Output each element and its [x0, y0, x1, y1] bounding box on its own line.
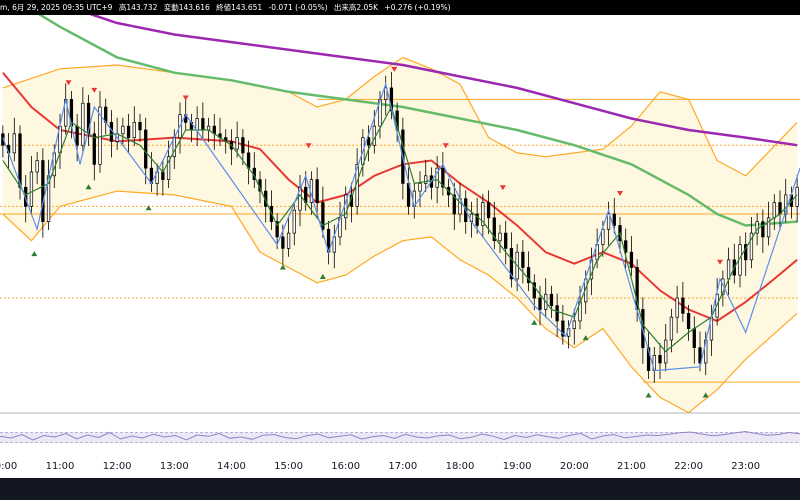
- time-tick-label: 19:00: [502, 461, 532, 472]
- candle-body: [132, 121, 136, 138]
- candle-body: [629, 251, 634, 268]
- volume-change: +0.276 (+0.19%): [384, 3, 451, 12]
- time-axis[interactable]: 10:00 11:00 12:00 13:00 14:00 15:00 16:00 17:00…: [0, 458, 800, 478]
- time-tick-label: 15:00: [274, 461, 303, 472]
- candle-body: [29, 171, 34, 207]
- candle-body: [521, 251, 525, 268]
- chart-pane[interactable]: [0, 15, 800, 458]
- time-tick-label: 17:00: [388, 461, 418, 472]
- candle-body: [206, 125, 211, 131]
- candle-body: [486, 202, 491, 219]
- candle-body: [286, 232, 291, 249]
- candle-body: [612, 213, 616, 226]
- swing-low-marker: [531, 319, 538, 325]
- candle-body: [246, 152, 251, 169]
- candle-body: [235, 137, 239, 150]
- time-tick-label: 14:00: [217, 461, 246, 472]
- ohlc-info-line: m, 6月 29, 2025 09:35 UTC+9 高143.732 変動14…: [0, 0, 800, 15]
- candle-body: [104, 106, 108, 123]
- candle-body: [304, 186, 308, 203]
- candle-body: [692, 328, 696, 349]
- candle-body: [315, 179, 319, 203]
- candle-body: [292, 209, 296, 234]
- candle-body: [121, 125, 125, 135]
- swing-low-marker: [31, 251, 38, 257]
- close-value: 終値143.651: [216, 3, 263, 12]
- bottom-toolbar: [0, 478, 800, 500]
- candle-body: [195, 118, 199, 131]
- high-value: 高143.732: [118, 3, 158, 12]
- candle-body: [686, 312, 691, 329]
- candle-body: [35, 160, 39, 173]
- candle-body: [18, 133, 22, 188]
- candle-body: [161, 171, 165, 180]
- time-tick-label: 20:00: [559, 461, 589, 472]
- candle-body: [772, 202, 776, 219]
- candle-body: [41, 160, 45, 222]
- candle-body: [669, 316, 674, 341]
- candle-body: [281, 236, 285, 249]
- candle-body: [675, 297, 679, 318]
- candle-body: [144, 129, 148, 169]
- bollinger-band-fill: [2, 57, 798, 413]
- time-tick-label: 21:00: [617, 461, 646, 472]
- candle-body: [681, 297, 685, 314]
- candle-body: [726, 259, 731, 280]
- candle-body: [572, 320, 576, 329]
- candle-body: [498, 232, 502, 242]
- time-tick-label: 18:00: [445, 461, 475, 472]
- change-value: -0.071 (-0.05%): [268, 3, 328, 12]
- time-tick-label: 10:00: [0, 461, 18, 472]
- candle-body: [504, 232, 508, 249]
- time-tick-label: 12:00: [102, 461, 132, 472]
- time-tick-label: 23:00: [731, 461, 761, 472]
- change-label: 変動143.616: [163, 3, 210, 12]
- symbol-period-label: m, 6月 29, 2025 09:35 UTC+9: [0, 3, 113, 12]
- time-tick-label: 16:00: [331, 461, 361, 472]
- candle-body: [201, 118, 205, 131]
- price-chart[interactable]: [0, 15, 800, 458]
- candle-body: [12, 133, 16, 154]
- time-tick-label: 13:00: [159, 461, 189, 472]
- candle-body: [424, 175, 428, 184]
- candle-body: [138, 121, 142, 131]
- candle-body: [658, 354, 662, 364]
- rsi-band-fill: [0, 432, 800, 443]
- candle-body: [92, 133, 96, 165]
- candle-body: [75, 125, 79, 146]
- candle-body: [241, 137, 245, 154]
- candle-body: [606, 213, 611, 230]
- candle-body: [538, 297, 542, 310]
- candle-body: [555, 305, 559, 322]
- volume-value: 出来高2.05K: [333, 3, 379, 12]
- swing-low-marker: [645, 392, 652, 398]
- candle-body: [418, 183, 422, 192]
- candle-body: [761, 221, 765, 238]
- candle-body: [795, 186, 799, 207]
- candle-body: [549, 293, 554, 307]
- candle-body: [81, 102, 85, 146]
- swing-low-marker: [145, 205, 152, 211]
- time-tick-label: 22:00: [674, 461, 703, 472]
- time-tick-label: 11:00: [45, 461, 75, 472]
- candle-body: [126, 125, 131, 138]
